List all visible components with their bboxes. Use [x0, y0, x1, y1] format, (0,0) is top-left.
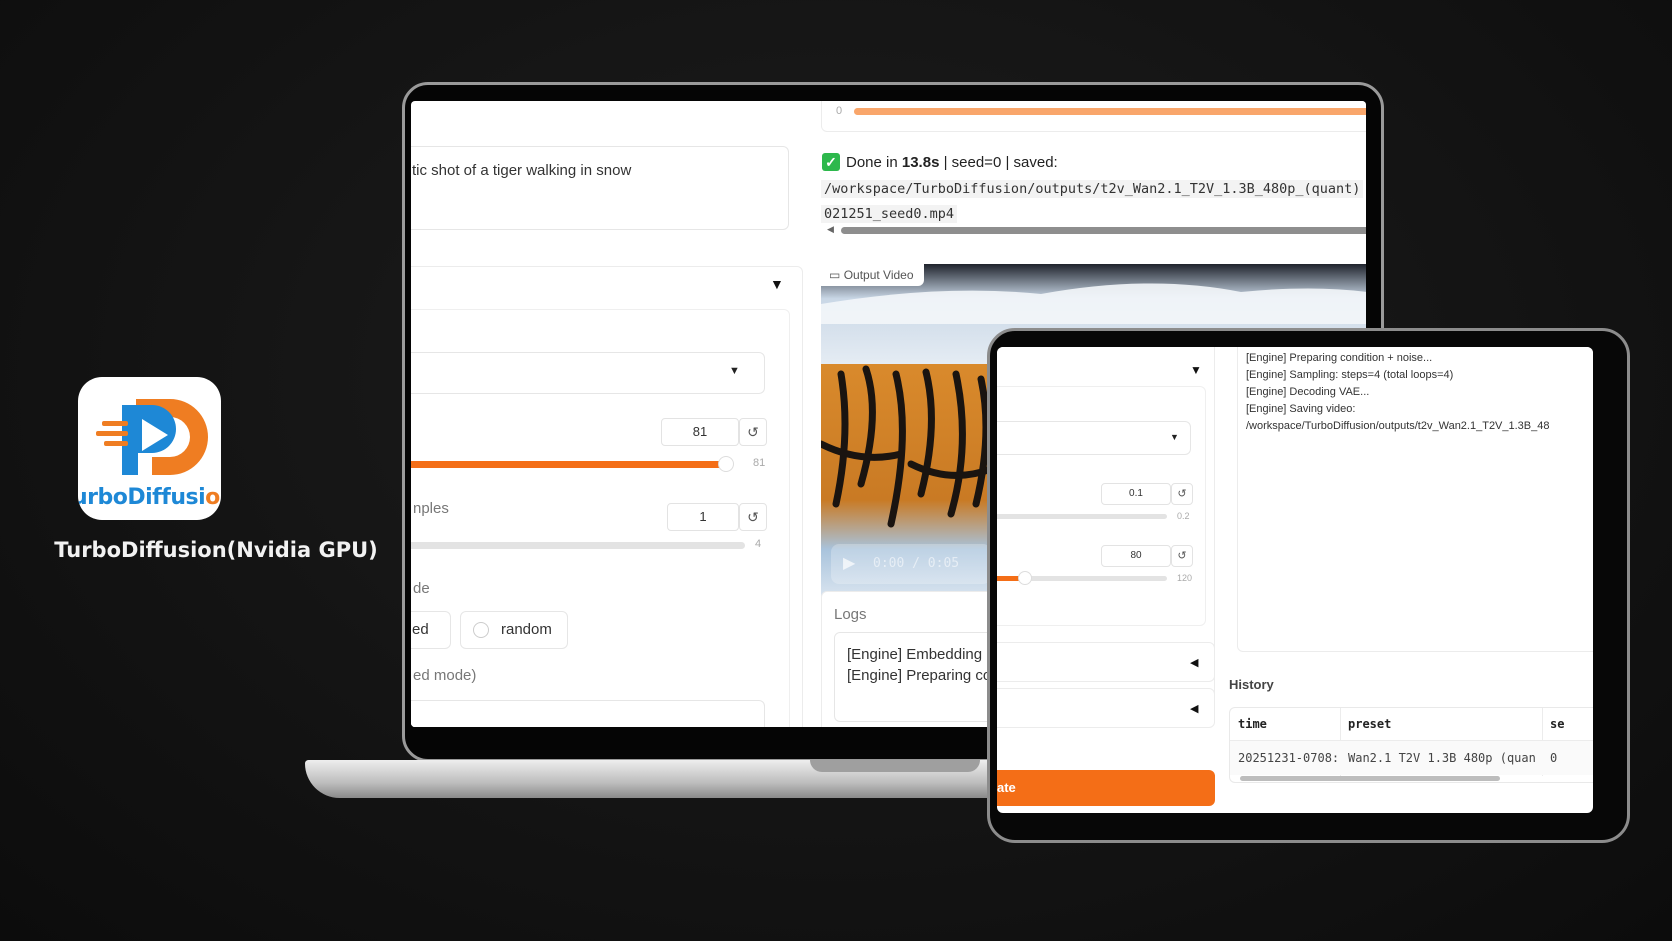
seed-input[interactable]	[411, 700, 765, 727]
seed-mode-label: de	[413, 580, 430, 597]
seed-option-fixed[interactable]: ed	[411, 611, 451, 649]
tablet-log-line: [Engine] Decoding VAE...	[1246, 386, 1370, 398]
frames-slider-track[interactable]	[411, 456, 735, 472]
tablet-logs-textbox[interactable]: [Engine] Preparing condition + noise... …	[1237, 347, 1593, 652]
video-camera-icon: ▭	[829, 268, 841, 282]
tablet-slider1-track[interactable]	[997, 514, 1167, 519]
tablet-dropdown[interactable]: ▼	[997, 421, 1191, 455]
history-title: History	[1229, 677, 1274, 692]
history-header-row: time preset se	[1230, 708, 1593, 776]
history-cell-time: 20251231-0708:	[1238, 751, 1340, 765]
tablet-slider2-thumb[interactable]	[1017, 571, 1032, 585]
tablet-slider2-input[interactable]: 80	[1101, 545, 1171, 567]
samples-number-input[interactable]: 1	[667, 503, 739, 531]
generate-button[interactable]: ate	[997, 770, 1215, 806]
history-cell-preset: Wan2.1 T2V 1.3B 480p (quan	[1348, 751, 1536, 765]
app-icon-wordmark: urboDiffusio	[78, 485, 220, 510]
status-path-line1: /workspace/TurboDiffusion/outputs/t2v_Wa…	[821, 180, 1364, 198]
frames-number-input[interactable]: 81	[661, 418, 739, 446]
history-col-seed[interactable]: se	[1550, 717, 1564, 731]
history-horizontal-scrollbar[interactable]	[1240, 776, 1500, 781]
prompt-text: tic shot of a tiger walking in snow	[412, 162, 632, 179]
accordion-expand-icon: ◀	[1190, 703, 1199, 715]
accordion-collapse-icon[interactable]: ▼	[770, 276, 784, 292]
preset-dropdown[interactable]: ▼	[411, 352, 765, 394]
generate-button-label: ate	[997, 780, 1016, 795]
play-icon[interactable]: ▶	[843, 553, 855, 573]
progress-min-label: 0	[836, 105, 843, 117]
horizontal-scrollbar[interactable]	[841, 227, 1366, 234]
accordion-expand-icon: ◀	[1190, 657, 1199, 669]
tablet-log-line: [Engine] Saving video:	[1246, 403, 1356, 415]
history-col-preset[interactable]: preset	[1348, 717, 1391, 731]
logs-title: Logs	[834, 606, 867, 623]
frames-reset-icon[interactable]: ↺	[739, 418, 767, 446]
seed-option-random-label: random	[501, 621, 552, 638]
tablet-log-line: /workspace/TurboDiffusion/outputs/t2v_Wa…	[1246, 420, 1550, 432]
tablet-params-card: ▼ 0.1 ↺ 0.2 80 ↺ 120	[997, 386, 1206, 626]
tablet-slider2-reset-icon[interactable]: ↺	[1171, 545, 1193, 567]
status-path-line2: 021251_seed0.mp4	[821, 205, 958, 223]
scroll-left-icon[interactable]: ◀	[827, 224, 834, 235]
samples-max-label: 4	[755, 538, 762, 550]
laptop-notch	[810, 760, 980, 772]
progress-bar	[854, 108, 1366, 115]
tablet-slider1-reset-icon[interactable]: ↺	[1171, 483, 1193, 505]
app-name: TurboDiffusion(Nvidia GPU)	[54, 538, 378, 562]
samples-label: nples	[413, 500, 449, 517]
seed-option-random[interactable]: random	[460, 611, 568, 649]
tablet-slider1-input[interactable]: 0.1	[1101, 483, 1171, 505]
tablet-accordion-1[interactable]: ◀	[997, 642, 1215, 682]
history-table: time preset se 20251231-0708: Wan2.1 T2V…	[1229, 707, 1593, 783]
video-controls[interactable]: ▶ 0:00 / 0:05	[831, 544, 991, 584]
app-icon[interactable]: urboDiffusio	[78, 377, 221, 520]
tablet-slider2-max: 120	[1177, 573, 1193, 583]
status-done-text: Done in 13.8s | seed=0 | saved:	[846, 154, 1058, 171]
seed-option-fixed-label: ed	[412, 621, 429, 638]
tablet-slider2-track[interactable]	[997, 571, 1167, 585]
frames-max-label: 81	[753, 457, 766, 469]
tablet-screen: ▼ ▼ 0.1 ↺ 0.2 80 ↺ 120 ◀ ◀ ate [Engine] …	[997, 347, 1593, 813]
prompt-textarea[interactable]: tic shot of a tiger walking in snow	[411, 146, 789, 230]
video-label-text: Output Video	[843, 268, 914, 282]
radio-circle-icon	[473, 622, 489, 638]
settings-panel: ▼ 81 ↺ 81 nples 1 ↺ 4 de ed random ed mo…	[411, 309, 790, 727]
tablet-log-line: [Engine] Preparing condition + noise...	[1246, 352, 1433, 364]
tablet-accordion-2[interactable]: ◀	[997, 688, 1215, 728]
samples-slider-track[interactable]	[411, 542, 745, 549]
settings-accordion: ▼ ▼ 81 ↺ 81 nples 1 ↺ 4 de ed random ed …	[411, 266, 803, 727]
frames-slider-fill	[411, 461, 727, 468]
history-col-time[interactable]: time	[1238, 717, 1267, 731]
video-label-badge: ▭ Output Video	[821, 264, 924, 286]
log-line: [Engine] Preparing cor	[847, 667, 997, 684]
accordion-collapse-icon[interactable]: ▼	[1190, 363, 1202, 377]
tablet-log-line: [Engine] Sampling: steps=4 (total loops=…	[1246, 369, 1454, 381]
video-time: 0:00 / 0:05	[873, 556, 960, 571]
history-row[interactable]: 20251231-0708: Wan2.1 T2V 1.3B 480p (qua…	[1230, 741, 1593, 775]
check-mark-icon: ✓	[822, 153, 840, 171]
frames-slider-thumb[interactable]	[718, 456, 735, 472]
log-line: [Engine] Embedding p	[847, 646, 995, 663]
tablet-slider1-max: 0.2	[1177, 511, 1190, 521]
dropdown-caret-icon: ▼	[729, 365, 740, 377]
history-cell-seed: 0	[1550, 751, 1558, 765]
progress-panel: 0	[821, 101, 1366, 132]
progress-bar-fill	[854, 108, 1366, 115]
samples-reset-icon[interactable]: ↺	[739, 503, 767, 531]
seed-hint-label: ed mode)	[413, 667, 477, 684]
dropdown-caret-icon: ▼	[1170, 432, 1179, 442]
